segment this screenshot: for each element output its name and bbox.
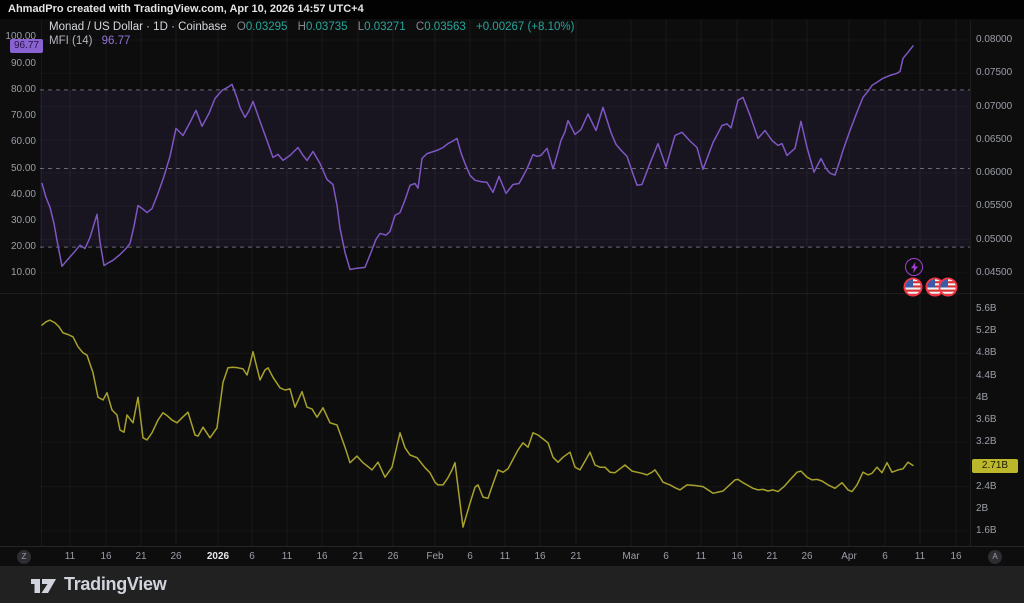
price-scale-label: 0.05500: [976, 201, 1012, 211]
auto-scale-badge[interactable]: A: [988, 550, 1002, 564]
mfi-scale-label: 30.00: [11, 216, 36, 226]
time-axis-label: 16: [934, 551, 978, 563]
accum-dist-line: [42, 320, 913, 527]
timezone-badge[interactable]: Z: [17, 550, 31, 564]
price-scale-label: 0.06000: [976, 168, 1012, 178]
mfi-scale-label: 50.00: [11, 164, 36, 174]
price-scale-right-bottom[interactable]: 5.6B5.2B4.8B4.4B4B3.6B3.2B2.8B2.4B2B1.6B…: [970, 293, 1024, 546]
time-axis-label: 26: [785, 551, 829, 563]
accum-dist-scale-label: 5.6B: [976, 304, 997, 314]
accum-dist-scale-label: 2.4B: [976, 482, 997, 492]
accum-dist-scale-label: 3.2B: [976, 437, 997, 447]
mfi-scale-label: 20.00: [11, 242, 36, 252]
lightning-bolt-glyph: [910, 262, 919, 273]
time-axis-label: 26: [371, 551, 415, 563]
attribution-bar: AhmadPro created with TradingView.com, A…: [0, 0, 1024, 19]
symbol-legend[interactable]: Monad / US Dollar · 1D · Coinbase O0.032…: [49, 21, 574, 34]
mfi-indicator-title[interactable]: MFI (14): [49, 35, 92, 47]
us-flag-event-icon[interactable]: [938, 277, 958, 297]
low-value: 0.03271: [364, 21, 406, 33]
price-scale-label: 0.08000: [976, 35, 1012, 45]
accum-dist-last-value-badge: 2.71B: [972, 459, 1018, 473]
time-axis-label: 26: [154, 551, 198, 563]
time-axis[interactable]: Z A 111621262026611162126Feb6111621Mar61…: [0, 546, 1024, 566]
high-label: H: [298, 21, 306, 33]
mfi-indicator-value: 96.77: [102, 35, 131, 47]
pane-separator[interactable]: [0, 293, 1024, 294]
mfi-scale-label: 60.00: [11, 137, 36, 147]
price-scale-right-top[interactable]: 0.08000 0.07500 0.07000 0.06500 0.06000 0.055…: [970, 20, 1024, 293]
accum-dist-scale-label: 4.8B: [976, 348, 997, 358]
open-value: 0.03295: [246, 21, 288, 33]
open-label: O: [237, 21, 246, 33]
mfi-scale-label: 90.00: [11, 59, 36, 69]
high-value: 0.03735: [306, 21, 348, 33]
close-label: C: [416, 21, 424, 33]
us-flag-event-icon[interactable]: [903, 277, 923, 297]
price-scale-label: 0.04500: [976, 268, 1012, 278]
mfi-pane-plot[interactable]: [40, 20, 970, 293]
accum-dist-scale-label: 4.4B: [976, 371, 997, 381]
tradingview-logo-icon: [30, 575, 57, 595]
mfi-scale-label: 80.00: [11, 85, 36, 95]
symbol-title[interactable]: Monad / US Dollar · 1D · Coinbase: [49, 21, 227, 33]
close-value: 0.03563: [424, 21, 466, 33]
mfi-plot-svg: [40, 20, 970, 293]
price-scale-label: 0.07500: [976, 68, 1012, 78]
mfi-scale-label: 40.00: [11, 190, 36, 200]
accum-dist-pane-plot[interactable]: [40, 293, 970, 546]
time-axis-label: 21: [554, 551, 598, 563]
mfi-scale-label: 10.00: [11, 268, 36, 278]
accum-dist-plot-svg: [40, 293, 970, 546]
footer-toolbar: TradingView: [0, 566, 1024, 603]
price-scale-label: 0.06500: [976, 135, 1012, 145]
accum-dist-scale-label: 5.2B: [976, 326, 997, 336]
change-value: +0.00267 (+8.10%): [476, 21, 574, 33]
price-scale-label: 0.05000: [976, 235, 1012, 245]
tradingview-screenshot: AhmadPro created with TradingView.com, A…: [0, 0, 1024, 603]
accum-dist-scale-label: 3.6B: [976, 415, 997, 425]
lightning-event-icon[interactable]: [905, 258, 923, 276]
tradingview-logo-text: TradingView: [64, 574, 166, 595]
accum-dist-scale-label: 4B: [976, 393, 988, 403]
price-scale-label: 0.07000: [976, 102, 1012, 112]
mfi-indicator-legend[interactable]: MFI (14) 96.77: [49, 35, 130, 48]
accum-dist-scale-label: 1.6B: [976, 526, 997, 536]
attribution-text: AhmadPro created with TradingView.com, A…: [8, 3, 364, 15]
tradingview-logo[interactable]: TradingView: [30, 574, 166, 595]
mfi-scale-label: 70.00: [11, 111, 36, 121]
mfi-last-value-badge: 96.77: [10, 39, 43, 53]
mfi-left-price-scale[interactable]: 100.0090.0080.0070.0060.0050.0040.0030.0…: [0, 20, 42, 293]
accum-dist-scale-label: 2B: [976, 504, 988, 514]
